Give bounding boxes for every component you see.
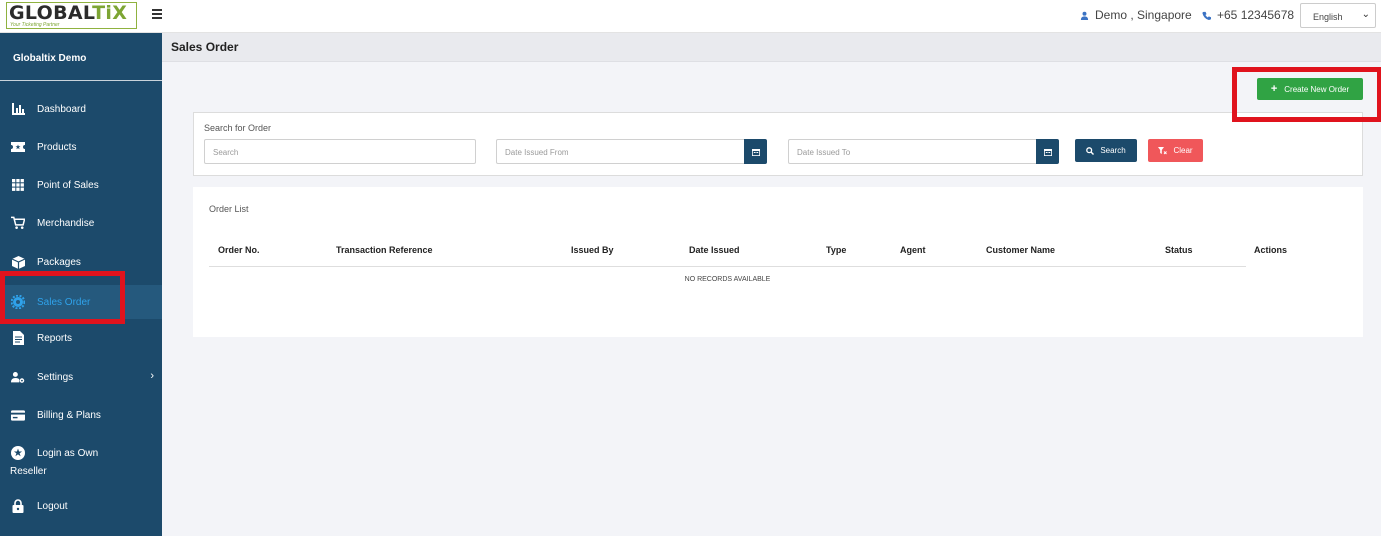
column-header-actions: Actions: [1254, 245, 1288, 255]
sidebar-item-products[interactable]: Products: [0, 132, 162, 162]
column-header-status[interactable]: Status: [1165, 245, 1193, 255]
order-list-panel: Order List Order No. Transaction Referen…: [193, 187, 1363, 337]
empty-state-text: NO RECORDS AVAILABLE: [684, 276, 771, 283]
calendar-icon[interactable]: [744, 139, 767, 164]
sidebar-item-point-of-sales[interactable]: Point of Sales: [0, 170, 162, 200]
sidebar-item-label: Reports: [37, 332, 73, 344]
grid-icon: [11, 178, 25, 192]
phone-icon: [1202, 11, 1211, 20]
phone-info: +65 12345678: [1202, 8, 1294, 22]
user-info[interactable]: Demo , Singapore: [1080, 8, 1192, 22]
column-header-issued-by[interactable]: Issued By: [571, 245, 614, 255]
date-issued-from-input[interactable]: Date Issued From: [496, 139, 745, 164]
column-header-type[interactable]: Type: [826, 245, 846, 255]
logo-text-main: GLOBAL: [9, 2, 93, 24]
document-icon: [11, 331, 25, 345]
sidebar-item-billing[interactable]: Billing & Plans: [0, 400, 162, 430]
cart-icon: [11, 216, 25, 230]
globaltix-logo[interactable]: GLOBALTiX Your Ticketing Partner: [6, 2, 137, 29]
search-input[interactable]: Search: [204, 139, 476, 164]
column-header-transaction-reference[interactable]: Transaction Reference: [336, 245, 433, 255]
sidebar-item-login-reseller[interactable]: Login as Own Reseller: [0, 446, 162, 477]
column-header-date-issued[interactable]: Date Issued: [689, 245, 740, 255]
filter-clear-icon: [1158, 146, 1168, 154]
column-header-agent[interactable]: Agent: [900, 245, 926, 255]
lock-icon: [11, 499, 25, 513]
calendar-icon[interactable]: [1036, 139, 1059, 164]
sidebar-item-label: Point of Sales: [37, 179, 99, 191]
chevron-right-icon: ›: [150, 370, 154, 382]
logo-text-accent: TiX: [92, 2, 128, 24]
search-label: Search for Order: [204, 123, 272, 133]
clear-button[interactable]: Clear: [1148, 139, 1203, 162]
chevron-down-icon: ⌄: [1361, 9, 1370, 20]
login-label-line2: Reseller: [10, 466, 47, 477]
sidebar-item-label: Merchandise: [37, 217, 95, 229]
bar-chart-icon: [11, 102, 25, 116]
page-title: Sales Order: [171, 40, 239, 54]
sidebar-item-reports[interactable]: Reports: [0, 323, 162, 353]
table-header-divider: [209, 266, 1246, 267]
sidebar-account-name: Globaltix Demo: [0, 33, 162, 81]
user-name: Demo , Singapore: [1095, 8, 1192, 22]
clear-button-label: Clear: [1173, 146, 1193, 155]
top-bar: GLOBALTiX Your Ticketing Partner Demo , …: [0, 0, 1381, 33]
logo-tagline: Your Ticketing Partner: [10, 22, 60, 28]
highlight-box-sales-order: [0, 271, 125, 324]
order-list-title: Order List: [209, 204, 249, 214]
sidebar-item-merchandise[interactable]: Merchandise: [0, 208, 162, 238]
language-value: English: [1313, 12, 1343, 22]
sidebar-item-dashboard[interactable]: Dashboard: [0, 94, 162, 124]
sidebar-item-label: Packages: [37, 256, 81, 268]
box-icon: [11, 255, 25, 269]
sidebar-item-label: Logout: [37, 500, 68, 512]
sidebar-item-label: Dashboard: [37, 103, 86, 115]
search-button[interactable]: Search: [1075, 139, 1137, 162]
search-icon: [1086, 146, 1095, 155]
date-issued-to-input[interactable]: Date Issued To: [788, 139, 1037, 164]
language-select[interactable]: English ⌄: [1300, 3, 1376, 28]
column-header-order-no[interactable]: Order No.: [218, 245, 260, 255]
login-label-line1: Login as Own: [37, 447, 99, 459]
page-title-bar: Sales Order: [162, 33, 1381, 62]
sidebar-item-label: Billing & Plans: [37, 409, 101, 421]
column-header-customer-name[interactable]: Customer Name: [986, 245, 1055, 255]
user-gear-icon: [11, 370, 25, 384]
sidebar-item-logout[interactable]: Logout: [0, 491, 162, 521]
card-icon: [11, 408, 25, 422]
sidebar-item-settings[interactable]: Settings ›: [0, 362, 162, 392]
hamburger-menu-icon[interactable]: [152, 9, 162, 19]
highlight-box-create-order: [1232, 67, 1381, 122]
search-panel: Search for Order Search Date Issued From…: [193, 112, 1363, 176]
star-icon: [11, 446, 25, 460]
phone-number: +65 12345678: [1217, 8, 1295, 22]
search-button-label: Search: [1100, 146, 1126, 155]
ticket-icon: [11, 140, 25, 154]
sidebar-item-label: Settings: [37, 371, 74, 383]
sidebar-item-label: Products: [37, 141, 77, 153]
user-icon: [1080, 11, 1089, 20]
